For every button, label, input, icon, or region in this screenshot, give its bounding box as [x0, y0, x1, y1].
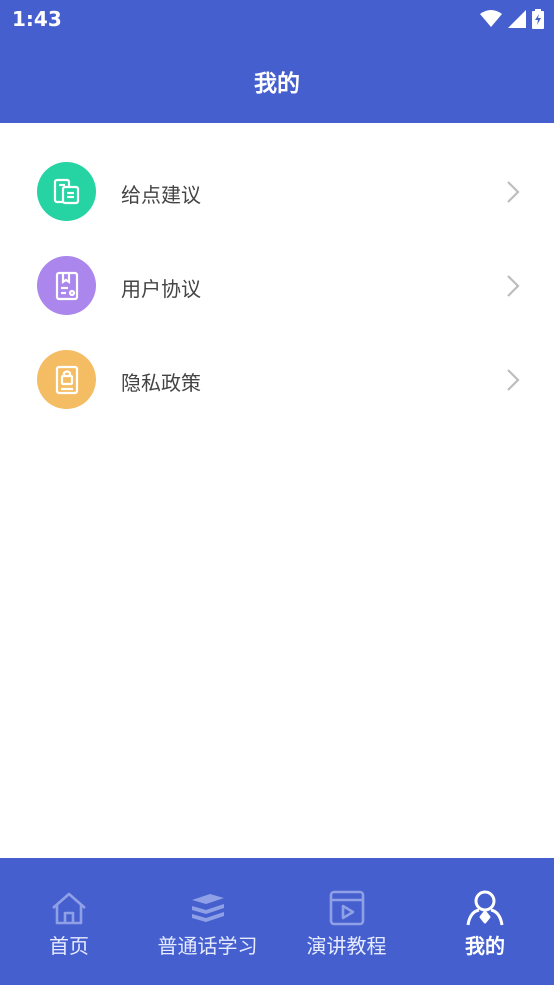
battery-icon — [532, 9, 544, 29]
status-time: 1:43 — [12, 7, 62, 31]
nav-tab-mine[interactable]: 我的 — [416, 858, 554, 985]
page-title: 我的 — [254, 71, 300, 97]
nav-tab-home[interactable]: 首页 — [0, 858, 138, 985]
menu-item-label: 隐私政策 — [121, 371, 201, 395]
chevron-right-icon — [507, 181, 520, 203]
agreement-icon — [37, 256, 96, 315]
app-header: 我的 — [0, 38, 554, 123]
status-bar: 1:43 — [0, 0, 554, 38]
nav-tab-speech-tutorial[interactable]: 演讲教程 — [277, 858, 416, 985]
menu-item-user-agreement[interactable]: 用户协议 — [0, 239, 554, 333]
settings-menu: 给点建议 用户协议 隐私政策 — [0, 145, 554, 427]
books-icon — [191, 894, 224, 922]
bottom-nav: 首页 普通话学习 演讲教程 我的 — [0, 858, 554, 985]
privacy-lock-icon — [37, 350, 96, 409]
nav-label: 演讲教程 — [306, 934, 387, 958]
menu-item-label: 给点建议 — [121, 183, 201, 207]
chevron-right-icon — [507, 275, 520, 297]
feedback-icon — [37, 162, 96, 221]
nav-label: 我的 — [465, 934, 505, 958]
menu-item-feedback[interactable]: 给点建议 — [0, 145, 554, 239]
nav-tab-mandarin-study[interactable]: 普通话学习 — [138, 858, 277, 985]
home-icon — [52, 892, 86, 925]
chevron-right-icon — [507, 369, 520, 391]
status-icons — [480, 8, 544, 30]
menu-item-label: 用户协议 — [121, 277, 201, 301]
nav-label: 首页 — [49, 934, 89, 958]
cell-signal-icon — [508, 10, 526, 28]
nav-label: 普通话学习 — [157, 934, 258, 958]
menu-item-privacy-policy[interactable]: 隐私政策 — [0, 333, 554, 427]
wifi-icon — [480, 10, 502, 27]
video-tutorial-icon — [329, 890, 364, 926]
profile-icon — [466, 890, 504, 926]
